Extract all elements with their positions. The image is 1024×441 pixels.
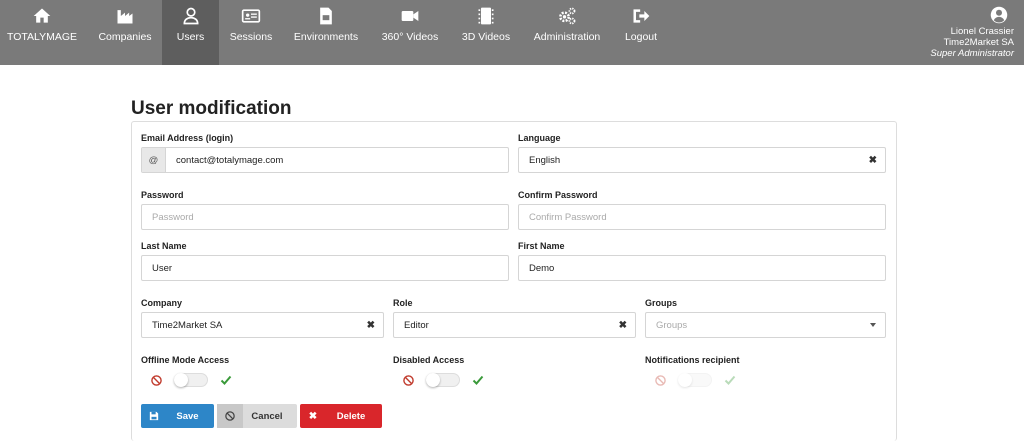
cogs-icon <box>559 7 576 25</box>
ban-icon <box>655 374 666 386</box>
user-icon <box>182 7 199 25</box>
nav-item-logout[interactable]: Logout <box>620 0 662 65</box>
nav-item-users[interactable]: Users <box>162 0 219 65</box>
language-select[interactable]: English ✖ <box>518 147 886 173</box>
chevron-down-icon <box>870 323 876 327</box>
toggle-switch[interactable] <box>426 373 460 387</box>
nav-item-3d-videos[interactable]: 3D Videos <box>458 0 514 65</box>
nav-item-home[interactable]: TOTALYMAGE <box>6 0 78 65</box>
first-name-value: Demo <box>529 262 555 274</box>
first-name-label: First Name <box>518 241 565 251</box>
last-name-field[interactable]: User <box>141 255 509 281</box>
nav-label: Administration <box>533 31 601 43</box>
disabled-access-label: Disabled Access <box>393 355 465 365</box>
role-label: Role <box>393 298 413 308</box>
nav-item-360-videos[interactable]: 360° Videos <box>380 0 440 65</box>
user-circle-icon <box>990 6 1008 24</box>
nav-label: Sessions <box>229 31 273 43</box>
email-label: Email Address (login) <box>141 133 234 143</box>
cancel-button[interactable]: Cancel <box>217 404 297 428</box>
video-camera-icon <box>401 11 419 21</box>
nav-label: Logout <box>624 31 658 43</box>
nav-item-sessions[interactable]: Sessions <box>226 0 276 65</box>
top-navigation-bar: TOTALYMAGE Companies Users Sessions Envi… <box>0 0 1024 65</box>
confirm-password-label: Confirm Password <box>518 190 598 200</box>
email-field[interactable]: @ contact@totalymage.com <box>141 147 509 173</box>
email-value: contact@totalymage.com <box>176 154 284 166</box>
toggle-switch[interactable] <box>174 373 208 387</box>
company-value: Time2Market SA <box>152 319 223 331</box>
floppy-disk-icon <box>141 404 167 428</box>
cancel-label: Cancel <box>251 410 283 422</box>
language-value: English <box>529 154 561 166</box>
nav-label: TOTALYMAGE <box>6 31 77 43</box>
delete-button[interactable]: ✖ Delete <box>300 404 382 428</box>
password-field[interactable]: Password <box>141 204 509 230</box>
home-icon <box>33 8 51 23</box>
user-role: Super Administrator <box>930 48 1014 59</box>
groups-label: Groups <box>645 298 678 308</box>
nav-label: 360° Videos <box>381 31 439 43</box>
confirm-password-placeholder: Confirm Password <box>529 211 607 223</box>
disabled-access-toggle[interactable] <box>403 372 484 388</box>
role-select[interactable]: Editor ✖ <box>393 312 636 338</box>
factory-icon <box>117 10 133 24</box>
ban-icon <box>217 404 243 428</box>
clear-icon[interactable]: ✖ <box>619 320 627 331</box>
nav-item-environments[interactable]: Environments <box>293 0 359 65</box>
notifications-label: Notifications recipient <box>645 355 740 365</box>
clear-icon[interactable]: ✖ <box>367 320 375 331</box>
confirm-password-field[interactable]: Confirm Password <box>518 204 886 230</box>
ban-icon <box>151 374 162 386</box>
check-icon <box>220 375 232 385</box>
nav-label: Environments <box>293 31 359 43</box>
password-placeholder: Password <box>152 211 194 223</box>
last-name-value: User <box>152 262 173 274</box>
save-button[interactable]: Save <box>141 404 214 428</box>
last-name-label: Last Name <box>141 241 187 251</box>
clear-icon[interactable]: ✖ <box>869 155 877 166</box>
ban-icon <box>403 374 414 386</box>
offline-mode-toggle[interactable] <box>151 372 232 388</box>
current-user[interactable]: Lionel Crassier Time2Market SA Super Adm… <box>930 6 1014 59</box>
company-label: Company <box>141 298 183 308</box>
id-card-icon <box>241 9 261 23</box>
delete-label: Delete <box>336 410 366 422</box>
groups-select[interactable]: Groups <box>645 312 886 338</box>
film-icon <box>478 7 494 25</box>
at-sign-icon: @ <box>142 148 166 172</box>
user-company: Time2Market SA <box>943 37 1014 48</box>
offline-mode-label: Offline Mode Access <box>141 355 230 365</box>
nav-item-administration[interactable]: Administration <box>531 0 603 65</box>
page-title: User modification <box>131 98 292 119</box>
toggle-switch <box>678 373 712 387</box>
groups-placeholder: Groups <box>656 319 688 331</box>
nav-label: Users <box>176 31 205 43</box>
nav-label: Companies <box>98 31 152 43</box>
notifications-toggle <box>655 372 736 388</box>
password-label: Password <box>141 190 184 200</box>
role-value: Editor <box>404 319 429 331</box>
language-label: Language <box>518 133 561 143</box>
nav-label: 3D Videos <box>461 31 511 43</box>
user-name: Lionel Crassier <box>950 26 1014 37</box>
file-icon <box>320 7 332 25</box>
nav-item-companies[interactable]: Companies <box>92 0 158 65</box>
close-icon: ✖ <box>308 410 318 422</box>
check-icon <box>724 375 736 385</box>
save-label: Save <box>176 410 199 422</box>
company-select[interactable]: Time2Market SA ✖ <box>141 312 384 338</box>
check-icon <box>472 375 484 385</box>
sign-out-icon <box>633 9 650 23</box>
first-name-field[interactable]: Demo <box>518 255 886 281</box>
